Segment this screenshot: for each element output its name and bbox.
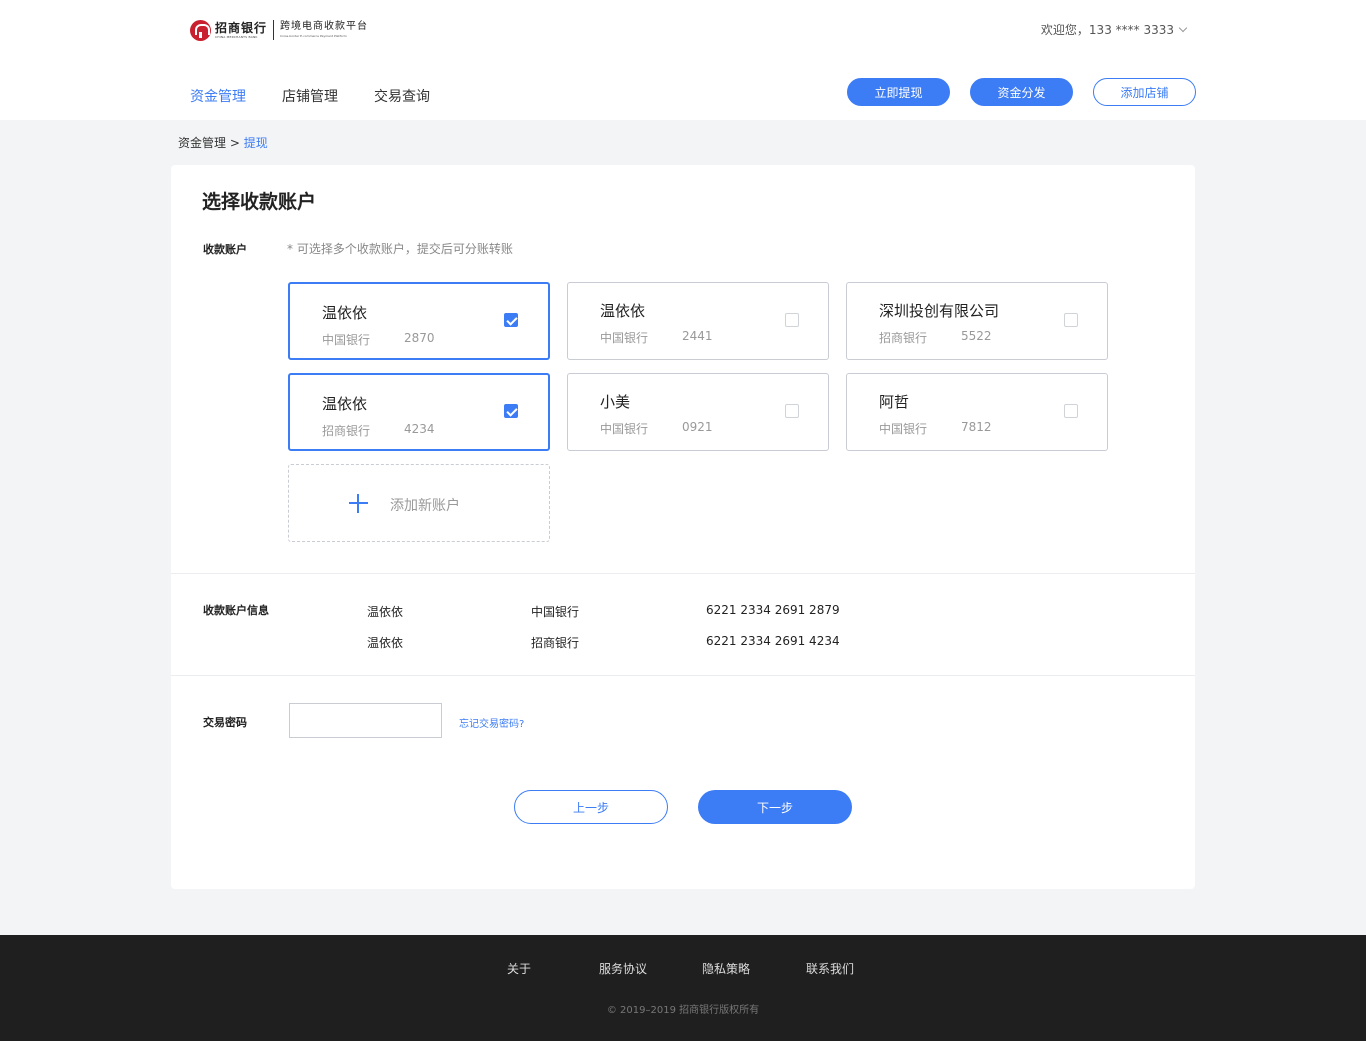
footer-link-terms[interactable]: 服务协议 xyxy=(599,960,647,977)
transaction-password-input[interactable] xyxy=(289,703,442,738)
breadcrumb-current: 提现 xyxy=(243,136,268,150)
welcome-text: 欢迎您，133 **** 3333 xyxy=(1040,23,1174,37)
logo-bank-name: 招商银行 xyxy=(215,20,268,35)
nav-item-stores[interactable]: 店铺管理 xyxy=(282,86,338,106)
account-number: 7812 xyxy=(961,420,992,434)
account-checkbox[interactable] xyxy=(1064,313,1078,327)
info-account-bank: 中国银行 xyxy=(531,605,580,619)
distribute-funds-button[interactable]: 资金分发 xyxy=(970,78,1073,106)
nav-item-funds[interactable]: 资金管理 xyxy=(190,86,246,106)
breadcrumb-separator: > xyxy=(226,136,244,150)
account-checkbox[interactable] xyxy=(504,404,518,418)
bank-logo-icon xyxy=(190,19,211,41)
logo-bank-name-en: CHINA MERCHANTS BANK xyxy=(215,34,258,39)
account-hint: * 可选择多个收款账户，提交后可分账转账 xyxy=(287,242,513,256)
footer-link-privacy[interactable]: 隐私策略 xyxy=(702,960,750,977)
logo-divider xyxy=(273,20,275,40)
account-checkbox[interactable] xyxy=(785,313,799,327)
account-label: 收款账户 xyxy=(203,243,247,256)
add-account-label: 添加新账户 xyxy=(390,498,460,514)
logo-platform-name: 跨境电商收款平台 xyxy=(280,21,369,32)
account-info-label: 收款账户信息 xyxy=(203,604,269,617)
previous-step-button[interactable]: 上一步 xyxy=(514,790,668,824)
account-bank: 中国银行 xyxy=(600,331,649,345)
account-name: 小美 xyxy=(600,393,631,411)
next-step-button[interactable]: 下一步 xyxy=(698,790,852,824)
account-card[interactable]: 深圳投创有限公司 招商银行 5522 xyxy=(846,282,1108,360)
account-card[interactable]: 温依依 中国银行 2870 xyxy=(288,282,550,360)
account-card[interactable]: 小美 中国银行 0921 xyxy=(567,373,829,451)
forgot-password-link[interactable]: 忘记交易密码? xyxy=(459,715,524,730)
password-label: 交易密码 xyxy=(203,716,247,729)
account-checkbox[interactable] xyxy=(785,404,799,418)
account-card[interactable]: 温依依 中国银行 2441 xyxy=(567,282,829,360)
account-number: 2870 xyxy=(404,331,435,345)
logo-platform-name-en: Cross-border E-commerce Payment Platform xyxy=(280,34,347,38)
account-bank: 中国银行 xyxy=(879,422,928,436)
account-bank: 中国银行 xyxy=(600,422,649,436)
info-account-card-number: 6221 2334 2691 4234 xyxy=(706,634,840,648)
account-number: 0921 xyxy=(682,420,713,434)
account-bank: 招商银行 xyxy=(322,424,371,438)
info-account-name: 温依依 xyxy=(367,636,404,650)
account-name: 温依依 xyxy=(322,304,368,322)
user-menu[interactable]: 欢迎您，133 **** 3333 xyxy=(1040,21,1188,38)
breadcrumb-parent[interactable]: 资金管理 xyxy=(178,136,226,150)
add-account-button[interactable]: 添加新账户 xyxy=(288,464,550,542)
breadcrumb: 资金管理 > 提现 xyxy=(178,134,268,151)
account-number: 5522 xyxy=(961,329,992,343)
main-nav: 资金管理 店铺管理 交易查询 xyxy=(190,86,466,106)
section-divider xyxy=(171,573,1195,574)
info-account-card-number: 6221 2334 2691 2879 xyxy=(706,603,840,617)
page-title: 选择收款账户 xyxy=(202,191,317,213)
add-store-button[interactable]: 添加店铺 xyxy=(1093,78,1196,106)
copyright: © 2019–2019 招商银行版权所有 xyxy=(606,1005,760,1016)
chevron-down-icon xyxy=(1178,23,1188,32)
account-card[interactable]: 温依依 招商银行 4234 xyxy=(288,373,550,451)
footer-link-contact[interactable]: 联系我们 xyxy=(806,960,854,977)
top-header: 招商银行 CHINA MERCHANTS BANK 跨境电商收款平台 Cross… xyxy=(0,0,1366,120)
account-name: 阿哲 xyxy=(879,393,910,411)
plus-icon xyxy=(349,494,368,513)
account-card[interactable]: 阿哲 中国银行 7812 xyxy=(846,373,1108,451)
account-number: 2441 xyxy=(682,329,713,343)
account-bank: 招商银行 xyxy=(879,331,928,345)
nav-item-transactions[interactable]: 交易查询 xyxy=(374,86,430,106)
account-name: 温依依 xyxy=(600,302,646,320)
account-number: 4234 xyxy=(404,422,435,436)
section-divider xyxy=(171,675,1195,676)
account-name: 温依依 xyxy=(322,395,368,413)
withdraw-card: 选择收款账户 收款账户 * 可选择多个收款账户，提交后可分账转账 温依依 中国银… xyxy=(171,165,1195,889)
account-checkbox[interactable] xyxy=(504,313,518,327)
footer: 关于 服务协议 隐私策略 联系我们 © 2019–2019 招商银行版权所有 xyxy=(0,935,1366,1041)
footer-link-about[interactable]: 关于 xyxy=(507,960,531,977)
account-checkbox[interactable] xyxy=(1064,404,1078,418)
account-bank: 中国银行 xyxy=(322,333,371,347)
account-name: 深圳投创有限公司 xyxy=(879,302,1000,320)
logo[interactable]: 招商银行 CHINA MERCHANTS BANK 跨境电商收款平台 Cross… xyxy=(190,18,368,42)
withdraw-button[interactable]: 立即提现 xyxy=(847,78,950,106)
info-account-bank: 招商银行 xyxy=(531,636,580,650)
info-account-name: 温依依 xyxy=(367,605,404,619)
